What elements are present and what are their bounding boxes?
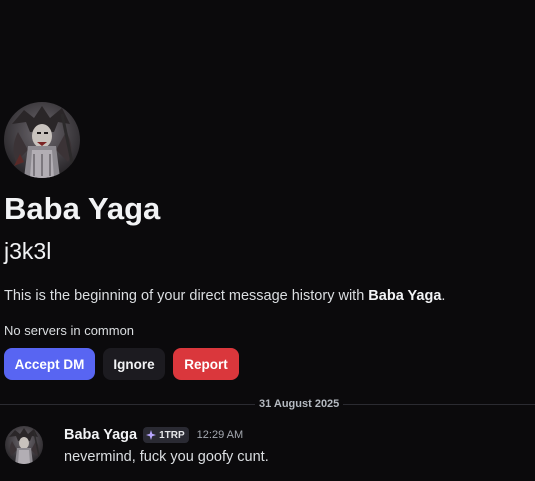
- date-divider-label: 31 August 2025: [255, 396, 344, 412]
- message-content: nevermind, fuck you goofy cunt.: [64, 449, 269, 465]
- report-button[interactable]: Report: [173, 348, 239, 380]
- dm-intro-prefix: This is the beginning of your direct mes…: [4, 288, 369, 304]
- avatar-image: [5, 426, 43, 464]
- dm-intro-suffix: .: [441, 288, 446, 304]
- sparkle-icon: [146, 430, 157, 440]
- message-timestamp[interactable]: 12:29 AM: [197, 429, 243, 441]
- mutual-servers-text: No servers in common: [4, 323, 135, 338]
- dm-intro-user-name: Baba Yaga: [368, 288, 442, 304]
- avatar-image: [4, 102, 80, 178]
- message-author-avatar[interactable]: [5, 426, 43, 464]
- message-item[interactable]: Baba Yaga 1TRP 12:29 AM nevermind, fuck …: [0, 418, 535, 478]
- accept-dm-button[interactable]: Accept DM: [4, 348, 95, 380]
- profile-display-name: Baba Yaga: [4, 191, 161, 226]
- profile-avatar[interactable]: [4, 102, 80, 178]
- server-tag-label: 1TRP: [159, 429, 185, 441]
- ignore-button[interactable]: Ignore: [103, 348, 165, 380]
- dm-intro-text: This is the beginning of your direct mes…: [4, 287, 445, 305]
- message-header: Baba Yaga 1TRP 12:29 AM: [64, 426, 243, 444]
- profile-username: j3k3l: [4, 238, 52, 264]
- message-author-name[interactable]: Baba Yaga: [64, 426, 137, 444]
- server-tag-badge[interactable]: 1TRP: [143, 427, 189, 443]
